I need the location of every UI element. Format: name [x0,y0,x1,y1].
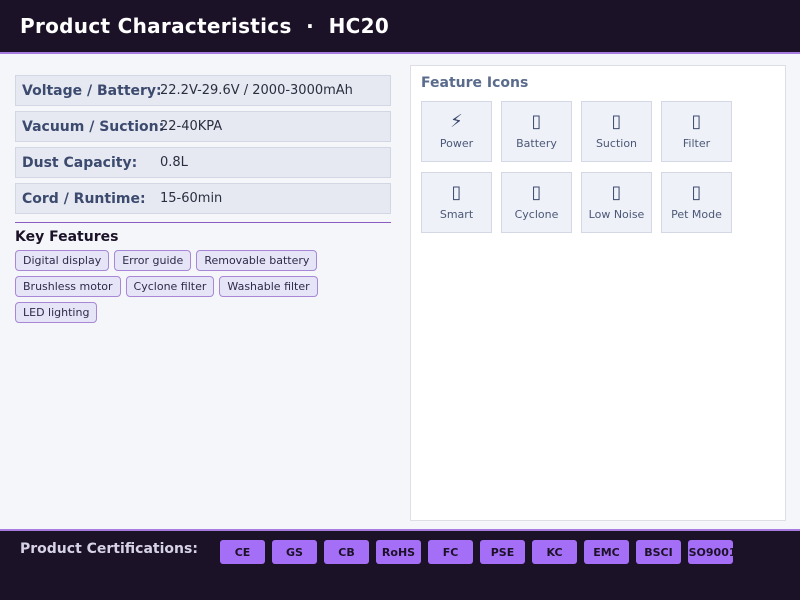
cert-badge-pse: PSE [480,540,525,564]
key-features-title: Key Features [15,229,119,245]
specs-column: Voltage / Battery: 22.2V-29.6V / 2000-30… [15,75,391,328]
suction-icon: ▯ [611,111,622,132]
feature-card-battery: ▯ Battery [501,101,572,162]
cert-badge-emc: EMC [584,540,629,564]
spec-row-voltage: Voltage / Battery: 22.2V-29.6V / 2000-30… [15,75,391,106]
feature-tag: Error guide [114,250,192,271]
feature-icons-panel: Feature Icons ⚡ Power ▯ Battery ▯ Suctio… [410,65,786,521]
feature-label: Power [439,137,474,150]
feature-tag: Cyclone filter [125,276,215,297]
spec-value: 0.8L [160,155,188,170]
section-divider [15,222,391,223]
feature-card-smart: ▯ Smart [421,172,492,233]
feature-label: Filter [682,137,711,150]
certifications-footer: Product Certifications: CE GS CB RoHS FC… [0,529,800,600]
feature-tags: Digital display Error guide Removable ba… [15,250,335,328]
feature-card-low-noise: ▯ Low Noise [581,172,652,233]
feature-card-filter: ▯ Filter [661,101,732,162]
low-noise-icon: ▯ [611,182,622,203]
page-title: Product Characteristics · HC20 [20,14,390,38]
cert-badge-kc: KC [532,540,577,564]
cert-badge-fc: FC [428,540,473,564]
pet-mode-icon: ▯ [691,182,702,203]
feature-tag: Removable battery [196,250,318,271]
feature-label: Suction [595,137,638,150]
certifications-label: Product Certifications: [20,541,198,557]
cert-badge-gs: GS [272,540,317,564]
spec-label: Cord / Runtime: [22,190,146,207]
spec-row-dust-capacity: Dust Capacity: 0.8L [15,147,391,178]
smart-icon: ▯ [451,182,462,203]
feature-card-suction: ▯ Suction [581,101,652,162]
feature-label: Smart [439,208,474,221]
cert-badge-cb: CB [324,540,369,564]
feature-label: Pet Mode [671,208,722,221]
cert-badge-iso9001: ISO9001 [688,540,733,564]
feature-label: Battery [516,137,557,150]
lightning-icon: ⚡ [450,111,463,132]
cert-badge-ce: CE [220,540,265,564]
spec-value: 15-60min [160,191,223,206]
spec-label: Dust Capacity: [22,154,138,171]
feature-label: Cyclone [514,208,559,221]
spec-label: Vacuum / Suction: [22,118,165,135]
feature-card-cyclone: ▯ Cyclone [501,172,572,233]
spec-value: 22-40KPA [160,119,223,134]
header-bar: Product Characteristics · HC20 [0,0,800,54]
product-characteristics-page: Product Characteristics · HC20 Voltage /… [0,0,800,600]
battery-icon: ▯ [531,111,542,132]
cert-badge-bsci: BSCI [636,540,681,564]
feature-card-power: ⚡ Power [421,101,492,162]
feature-tag: Washable filter [219,276,318,297]
certification-badges: CE GS CB RoHS FC PSE KC EMC BSCI ISO9001 [220,540,740,564]
spec-row-vacuum: Vacuum / Suction: 22-40KPA [15,111,391,142]
feature-card-pet-mode: ▯ Pet Mode [661,172,732,233]
cyclone-icon: ▯ [531,182,542,203]
feature-icons-title: Feature Icons [421,75,529,91]
spec-label: Voltage / Battery: [22,82,162,99]
feature-icon-grid: ⚡ Power ▯ Battery ▯ Suction ▯ Filter ▯ S… [421,101,732,233]
feature-tag: Digital display [15,250,110,271]
feature-tag: LED lighting [15,302,98,323]
spec-row-cord-runtime: Cord / Runtime: 15-60min [15,183,391,214]
cert-badge-rohs: RoHS [376,540,421,564]
filter-icon: ▯ [691,111,702,132]
feature-tag: Brushless motor [15,276,121,297]
spec-value: 22.2V-29.6V / 2000-3000mAh [160,83,353,98]
feature-label: Low Noise [588,208,645,221]
